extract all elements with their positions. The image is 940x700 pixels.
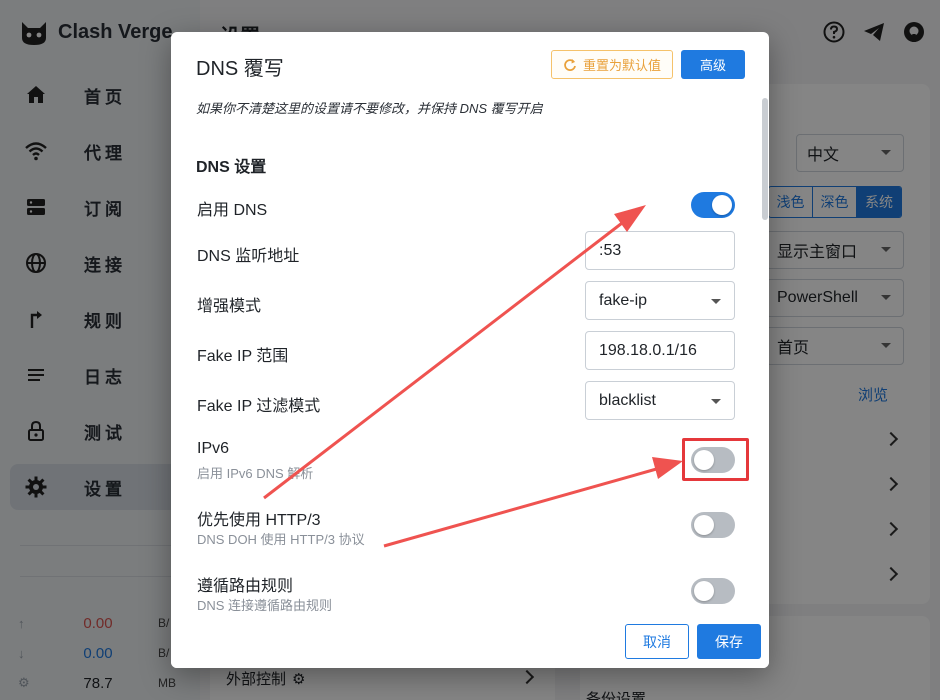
toggle-knob (712, 195, 732, 215)
http3-description: DNS DOH 使用 HTTP/3 协议 (197, 532, 365, 547)
http3-label: 优先使用 HTTP/3 (197, 512, 321, 529)
chevron-down-icon (711, 399, 721, 404)
enable-dns-toggle[interactable] (691, 192, 735, 218)
toggle-knob (694, 515, 714, 535)
reset-default-button[interactable]: 重置为默认值 (551, 50, 673, 79)
reset-label: 重置为默认值 (582, 58, 661, 73)
annotation-highlight-box (682, 438, 749, 481)
refresh-icon (564, 58, 576, 71)
notice-text: 如果你不清楚这里的设置请不要修改，并保持 DNS 覆写开启 (196, 101, 543, 116)
fake-ip-range-label: Fake IP 范围 (197, 348, 289, 365)
enhanced-mode-value: fake-ip (599, 291, 648, 309)
dns-override-dialog: DNS 覆写 重置为默认值 高级 如果你不清楚这里的设置请不要修改，并保持 DN… (171, 32, 769, 668)
chevron-down-icon (711, 299, 721, 304)
http3-toggle[interactable] (691, 512, 735, 538)
listen-input[interactable]: :53 (585, 231, 735, 270)
ipv6-label: IPv6 (197, 440, 230, 457)
fake-ip-range-value: 198.18.0.1/16 (599, 341, 697, 359)
save-button[interactable]: 保存 (697, 624, 761, 659)
enhanced-mode-label: 增强模式 (197, 298, 262, 315)
fake-ip-filter-value: blacklist (599, 391, 656, 409)
ipv6-description: 启用 IPv6 DNS 解析 (197, 466, 314, 481)
dialog-title: DNS 覆写 (196, 58, 284, 80)
fake-ip-filter-label: Fake IP 过滤模式 (197, 398, 321, 415)
enable-dns-label: 启用 DNS (197, 202, 268, 219)
fake-ip-filter-select[interactable]: blacklist (585, 381, 735, 420)
listen-value: :53 (599, 241, 622, 259)
toggle-knob (694, 581, 714, 601)
follow-rules-label: 遵循路由规则 (197, 578, 294, 595)
scrollbar-thumb[interactable] (762, 98, 768, 220)
cancel-button[interactable]: 取消 (625, 624, 689, 659)
enhanced-mode-select[interactable]: fake-ip (585, 281, 735, 320)
fake-ip-range-input[interactable]: 198.18.0.1/16 (585, 331, 735, 370)
advanced-button[interactable]: 高级 (681, 50, 745, 79)
follow-rules-toggle[interactable] (691, 578, 735, 604)
section-title: DNS 设置 (196, 159, 267, 176)
listen-label: DNS 监听地址 (197, 248, 300, 265)
